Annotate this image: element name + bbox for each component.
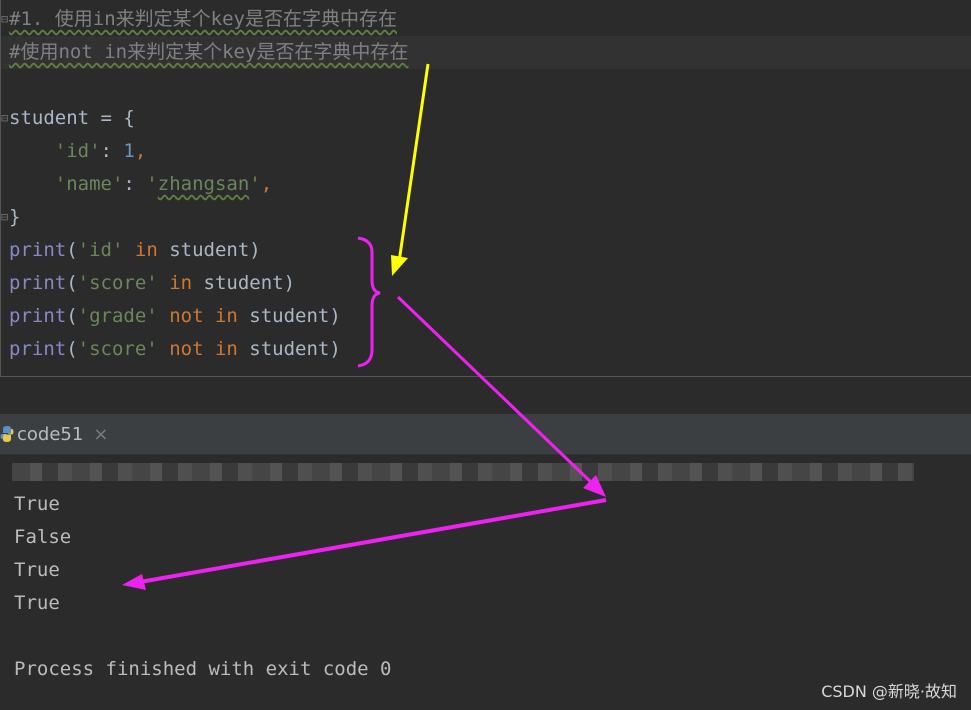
code-line-1: #1. 使用in来判定某个key是否在字典中存在 — [9, 3, 397, 36]
python-icon — [0, 426, 14, 442]
fold-marker-icon[interactable]: ⊟ — [1, 102, 9, 135]
fold-marker-icon[interactable]: ⊟ — [1, 201, 9, 234]
run-tab[interactable]: code51 × — [0, 414, 108, 454]
blurred-command-line — [12, 463, 914, 481]
code-line-id: 'id': 1, — [54, 140, 147, 162]
run-tab-bar: code51 × — [0, 414, 971, 455]
dict-key-name: 'name' — [54, 173, 124, 195]
dict-value-id: 1 — [123, 140, 135, 162]
console-output-4: True — [14, 592, 60, 614]
print-line-2: print('score' in student) — [9, 272, 296, 294]
comment-1: #1. 使用in来判定某个key是否在字典中存在 — [9, 8, 397, 30]
dict-key-id: 'id' — [54, 140, 101, 162]
csdn-watermark: CSDN @新晓·故知 — [821, 682, 957, 701]
fold-marker-icon[interactable]: ⊟ — [1, 3, 9, 36]
console-output-2: False — [14, 526, 72, 548]
dict-assign: = { — [89, 107, 135, 129]
exit-message: Process finished with exit code 0 — [14, 658, 392, 680]
panel-separator — [0, 377, 971, 414]
print-line-1: print('id' in student) — [9, 239, 261, 261]
run-tab-label: code51 — [17, 423, 84, 445]
code-line-name: 'name': 'zhangsan', — [54, 173, 273, 195]
code-editor[interactable]: ⊟ #1. 使用in来判定某个key是否在字典中存在 #使用not in来判定某… — [0, 0, 971, 377]
console-output-1: True — [14, 493, 60, 515]
run-console[interactable]: True False True True Process finished wi… — [0, 455, 971, 710]
dict-value-name: zhangsan — [157, 173, 250, 195]
code-line-dict-open: student = { — [9, 102, 135, 135]
console-output-3: True — [14, 559, 60, 581]
close-tab-icon[interactable]: × — [93, 424, 108, 445]
code-line-dict-close: } — [9, 206, 21, 228]
print-line-3: print('grade' not in student) — [9, 305, 341, 327]
print-line-4: print('score' not in student) — [9, 338, 341, 360]
code-line-2: #使用not in来判定某个key是否在字典中存在 — [9, 36, 408, 69]
dict-variable: student — [9, 107, 90, 129]
comment-2: #使用not in来判定某个key是否在字典中存在 — [9, 41, 409, 63]
